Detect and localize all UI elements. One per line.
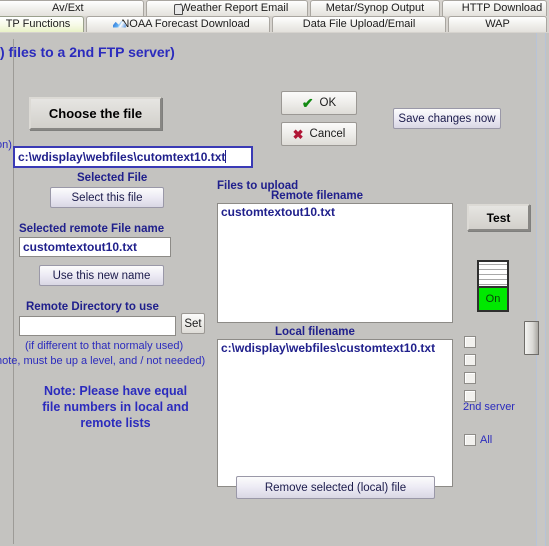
panel-right-divider [536, 33, 537, 546]
toggle-lines-icon [479, 262, 507, 288]
equal-files-note-line-2: file numbers in local and [42, 400, 189, 414]
remote-filename-label: Remote filename [271, 190, 364, 202]
file-path-value: c:\wdisplay\webfiles\cutomtext10.txt [18, 150, 226, 164]
page-title: ) files to a 2nd FTP server) [0, 44, 175, 60]
tab-noaa-forecast-download[interactable]: NOAA Forecast Download [86, 16, 270, 32]
equal-files-note-line-1: Note: Please have equal [43, 384, 188, 398]
tab-label: Av/Ext [52, 2, 84, 14]
remote-directory-note-1: (if different to that normaly used) [25, 340, 184, 352]
panel-left-divider [13, 39, 14, 544]
equal-files-note: Note: Please have equal file numbers in … [28, 383, 203, 431]
all-checkbox[interactable] [464, 434, 476, 446]
noaa-icon [106, 19, 119, 31]
local-filename-label: Local filename [275, 326, 355, 338]
remote-directory-input[interactable] [19, 316, 176, 336]
remote-directory-note-2: note, must be up a level, and / not need… [0, 355, 206, 367]
remove-selected-file-button[interactable]: Remove selected (local) file [236, 476, 435, 499]
panel-right-divider-outer [545, 33, 546, 546]
tab-weather-report-email[interactable]: Weather Report Email [145, 0, 308, 16]
equal-files-note-line-3: remote lists [80, 416, 151, 430]
panel-right-strip [537, 33, 545, 546]
tab-label: Metar/Synop Output [325, 2, 425, 14]
test-button[interactable]: Test [467, 204, 530, 231]
ftp-functions-panel: ) files to a 2nd FTP server) ✔ OK ✖ Canc… [0, 33, 549, 546]
local-files-listbox[interactable]: c:\wdisplay\webfiles\customtext10.txt [217, 339, 453, 487]
cancel-button-label: Cancel [309, 128, 346, 140]
set-button-label: Set [184, 317, 202, 330]
ok-button[interactable]: ✔ OK [281, 91, 357, 115]
remote-files-listbox[interactable]: customtextout10.txt [217, 203, 453, 323]
choose-the-file-button[interactable]: Choose the file [29, 97, 162, 130]
use-this-new-name-label: Use this new name [52, 269, 151, 282]
hand-icon [165, 3, 178, 15]
select-this-file-label: Select this file [71, 191, 143, 204]
choose-the-file-label: Choose the file [48, 106, 143, 121]
tab-http-download[interactable]: HTTP Download [442, 0, 547, 16]
tab-row-2: TP Functions NOAA Forecast Download Data… [0, 16, 549, 32]
set-button[interactable]: Set [181, 313, 205, 334]
tab-metar-synop-output[interactable]: Metar/Synop Output [309, 0, 441, 16]
remote-file-name-input[interactable]: customtextout10.txt [19, 237, 171, 257]
tab-label: NOAA Forecast Download [121, 18, 250, 30]
tab-ftp-functions[interactable]: TP Functions [0, 16, 85, 32]
ok-button-label: OK [319, 97, 337, 109]
tab-label: HTTP Download [461, 2, 543, 14]
tab-label: Data File Upload/Email [302, 18, 416, 30]
check-icon: ✔ [301, 95, 314, 111]
remote-file-name-value: customtextout10.txt [23, 240, 138, 254]
tab-label: TP Functions [5, 18, 71, 30]
use-this-new-name-button[interactable]: Use this new name [39, 265, 164, 286]
tab-label: Weather Report Email [180, 2, 289, 14]
remove-selected-file-label: Remove selected (local) file [264, 481, 407, 494]
list-item[interactable]: c:\wdisplay\webfiles\customtext10.txt [218, 340, 452, 357]
tab-label: WAP [485, 18, 510, 30]
save-changes-label: Save changes now [398, 112, 496, 125]
selected-remote-file-name-label: Selected remote File name [19, 223, 165, 235]
selected-file-label: Selected File [77, 172, 148, 184]
save-changes-button[interactable]: Save changes now [393, 108, 501, 129]
remote-directory-label: Remote Directory to use [26, 301, 159, 313]
tab-data-file-upload-email[interactable]: Data File Upload/Email [271, 16, 447, 32]
list-item[interactable]: customtextout10.txt [218, 204, 452, 221]
choose-file-side-label: on) [0, 139, 12, 151]
toggle-state-label: On [479, 288, 507, 310]
x-icon: ✖ [292, 126, 304, 142]
tab-av-ext[interactable]: Av/Ext [0, 0, 144, 16]
globe-icon [447, 3, 460, 15]
tab-strip: Av/Ext Weather Report Email Metar/Synop … [0, 0, 549, 33]
test-button-label: Test [486, 210, 511, 225]
tab-wap[interactable]: WAP [448, 16, 547, 32]
second-server-label: 2nd server [463, 401, 515, 413]
all-label: All [480, 434, 493, 446]
tab-row-1: Av/Ext Weather Report Email Metar/Synop … [0, 0, 549, 16]
second-server-checkbox-1[interactable] [464, 336, 476, 348]
file-path-input[interactable]: c:\wdisplay\webfiles\cutomtext10.txt [13, 146, 253, 168]
second-server-checkbox-2[interactable] [464, 354, 476, 366]
text-caret [225, 150, 227, 163]
second-server-checkbox-3[interactable] [464, 372, 476, 384]
ftp-on-toggle[interactable]: On [477, 260, 509, 312]
scroll-nub[interactable] [524, 321, 539, 355]
cancel-button[interactable]: ✖ Cancel [281, 122, 357, 146]
select-this-file-button[interactable]: Select this file [50, 187, 164, 208]
